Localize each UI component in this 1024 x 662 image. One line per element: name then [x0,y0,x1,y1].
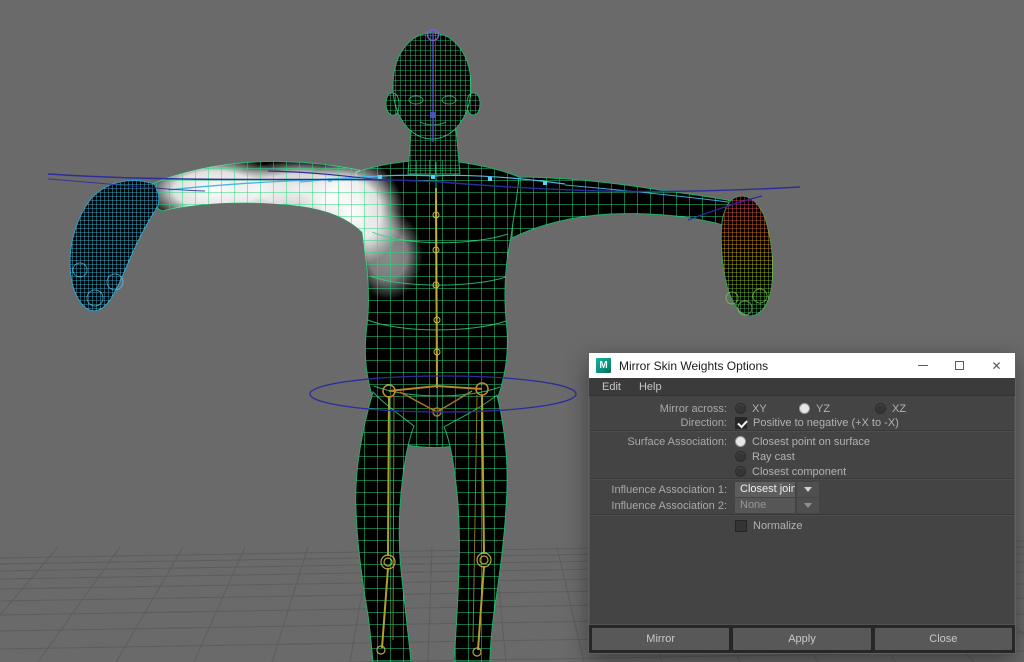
close-icon: ✕ [991,360,1001,372]
radio-icon [799,403,810,414]
radio-icon [735,451,746,462]
radio-mirror-xy[interactable]: XY [735,403,799,415]
minimize-icon [918,365,928,366]
mirror-button[interactable]: Mirror [592,628,729,650]
window-title: Mirror Skin Weights Options [619,359,768,373]
influence-association-1-label: Influence Association 1: [590,484,727,496]
section-divider [590,514,1014,516]
maximize-icon [955,361,964,370]
title-bar[interactable]: M Mirror Skin Weights Options ✕ [589,353,1015,378]
menu-bar: Edit Help [589,378,1015,396]
direction-checkbox[interactable]: Positive to negative (+X to -X) [735,417,899,429]
influence-association-2-label: Influence Association 2: [590,500,727,512]
checkbox-icon [735,520,747,532]
section-divider [590,478,1014,480]
influence-association-1-dropdown[interactable]: Closest joint [735,482,819,497]
radio-icon [735,466,746,477]
maximize-button[interactable] [941,353,978,378]
apply-button[interactable]: Apply [733,628,870,650]
normalize-checkbox[interactable]: Normalize [735,520,803,532]
direction-label: Direction: [590,417,727,429]
maya-viewport[interactable]: M Mirror Skin Weights Options ✕ Edit Hel… [0,0,1024,662]
left-hand-mesh [70,181,159,311]
radio-icon [735,436,746,447]
surface-association-label: Surface Association: [590,436,727,448]
radio-closest-component[interactable]: Closest component [735,466,846,478]
checkbox-icon [735,417,747,429]
influence-association-2-dropdown[interactable]: None [735,498,819,513]
menu-edit[interactable]: Edit [593,381,630,393]
right-hand-mesh [721,196,773,316]
radio-ray-cast[interactable]: Ray cast [735,451,795,463]
radio-mirror-xz[interactable]: XZ [875,403,906,415]
radio-icon [875,403,886,414]
close-button[interactable]: ✕ [978,353,1015,378]
radio-mirror-yz[interactable]: YZ [799,403,875,415]
dropdown-arrow-icon[interactable] [797,498,819,513]
close-action-button[interactable]: Close [875,628,1012,650]
footer-button-bar: Mirror Apply Close [589,625,1015,653]
radio-closest-point-on-surface[interactable]: Closest point on surface [735,436,870,448]
menu-help[interactable]: Help [630,381,671,393]
mirror-skin-weights-options-window: M Mirror Skin Weights Options ✕ Edit Hel… [588,352,1016,654]
minimize-button[interactable] [904,353,941,378]
options-panel: Mirror across: XY YZ XZ Direction: [589,396,1015,625]
section-divider [590,430,1014,432]
radio-icon [735,403,746,414]
dropdown-arrow-icon[interactable] [797,482,819,497]
maya-app-icon: M [596,358,611,373]
mirror-across-label: Mirror across: [590,403,727,415]
